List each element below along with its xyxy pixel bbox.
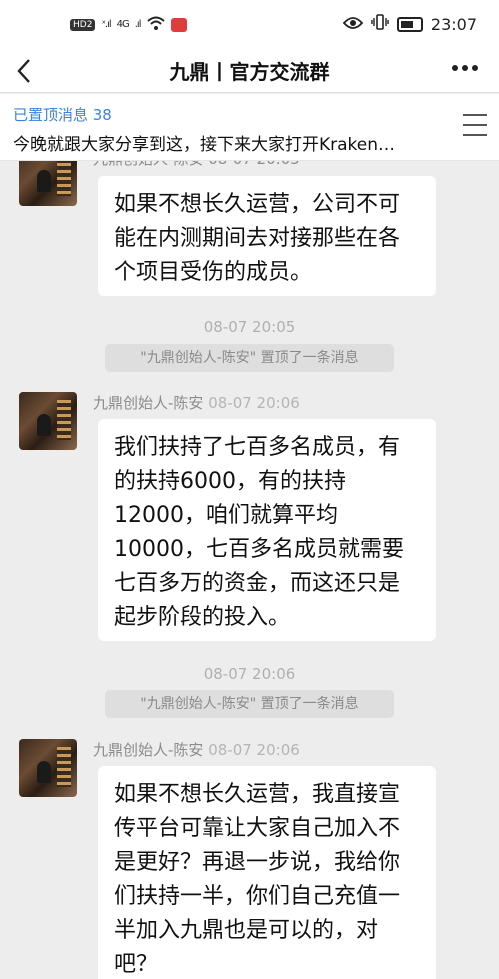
eye-icon (342, 15, 364, 34)
hd-badge: HD2 (70, 18, 96, 31)
system-notice: "九鼎创始人-陈安" 置顶了一条消息 (105, 690, 394, 718)
status-bar: HD2 ˣ.ıl 4G .ıl 23:07 (0, 0, 499, 50)
chat-header: 九鼎丨官方交流群 (0, 50, 499, 93)
sender-name: 九鼎创始人-陈安 08-07 20:06 (93, 394, 300, 412)
signal-icon: ˣ.ıl (101, 19, 111, 30)
system-notice: "九鼎创始人-陈安" 置顶了一条消息 (105, 344, 394, 372)
status-left: HD2 ˣ.ıl 4G .ıl (70, 16, 187, 33)
vibrate-icon (371, 14, 389, 34)
timestamp: 08-07 20:05 (203, 318, 296, 336)
network-label: 4G (116, 19, 130, 30)
list-icon[interactable] (463, 114, 487, 144)
message-bubble[interactable]: 如果不想长久运营，我直接宣传平台可靠让大家自己加入不是更好？再退一步说，我给你们… (98, 766, 436, 979)
message-bubble[interactable]: 我们扶持了七百多名成员，有的扶持6000，有的扶持12000，咱们就算平均100… (98, 419, 436, 641)
status-time: 23:07 (430, 14, 477, 34)
timestamp: 08-07 20:06 (203, 665, 296, 683)
app-notification-icon (170, 17, 187, 32)
chat-title: 九鼎丨官方交流群 (169, 60, 330, 84)
chat-area[interactable]: 九鼎创始人-陈安 08-07 20:05 如果不想长久运营，公司不可能在内测期间… (0, 160, 499, 979)
sender-name: 九鼎创始人-陈安 08-07 20:05 (93, 160, 300, 169)
pinned-preview: 今晚就跟大家分享到这，接下来大家打开Kraken… (13, 135, 396, 155)
avatar[interactable] (19, 739, 77, 797)
signal-icon-2: .ıl (134, 19, 142, 30)
pinned-count: 已置顶消息 38 (13, 106, 112, 124)
battery-icon (396, 16, 423, 32)
avatar[interactable] (19, 392, 77, 450)
ellipsis-icon[interactable] (451, 52, 479, 88)
message-bubble[interactable]: 如果不想长久运营，公司不可能在内测期间去对接那些在各个项目受伤的成员。 (98, 176, 436, 296)
pinned-message-banner[interactable]: 已置顶消息 38 今晚就跟大家分享到这，接下来大家打开Kraken… (0, 94, 499, 161)
status-right: 23:07 (342, 14, 477, 34)
sender-name: 九鼎创始人-陈安 08-07 20:06 (93, 741, 300, 759)
wifi-icon (146, 16, 165, 33)
avatar[interactable] (19, 160, 77, 206)
